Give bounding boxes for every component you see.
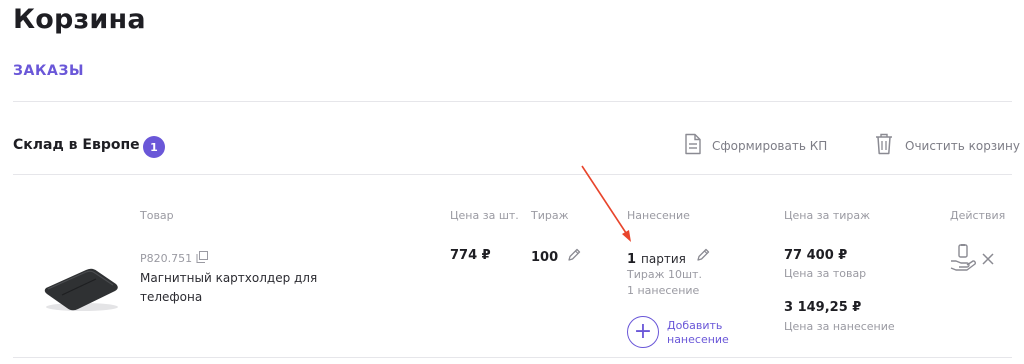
column-header-actions: Действия <box>950 209 1006 222</box>
tab-orders[interactable]: ЗАКАЗЫ <box>13 63 84 79</box>
warehouse-title: Склад в Европе <box>13 137 140 153</box>
batch-count: 1 <box>627 252 637 267</box>
printing-total-label: Цена за нанесение <box>784 320 895 333</box>
unit-price: 774 ₽ <box>450 248 491 263</box>
clear-cart-button[interactable]: Очистить корзину <box>875 133 1020 158</box>
product-name[interactable]: Магнитный картхолдер для телефона <box>140 269 330 307</box>
copy-icon[interactable] <box>196 251 209 266</box>
quantity-cell: 100 <box>531 247 582 267</box>
make-offer-button[interactable]: Сформировать КП <box>684 133 827 158</box>
printing-run-info: Тираж 10шт. <box>627 268 702 281</box>
add-printing-button[interactable]: + Добавить нанесение <box>627 316 737 348</box>
column-header-quantity: Тираж <box>531 209 569 222</box>
item-count-badge: 1 <box>143 136 165 158</box>
batch-label: партия <box>641 252 686 266</box>
add-printing-label: Добавить нанесение <box>667 319 729 346</box>
column-header-product: Товар <box>140 209 174 222</box>
hand-package-icon[interactable] <box>950 243 976 275</box>
product-total-label: Цена за товар <box>784 267 867 280</box>
edit-printing-icon[interactable] <box>695 247 711 267</box>
product-total: 77 400 ₽ <box>784 248 848 263</box>
remove-item-icon[interactable] <box>982 250 994 269</box>
annotation-arrow <box>581 165 631 242</box>
trash-icon <box>875 133 893 158</box>
clear-cart-label: Очистить корзину <box>905 138 1020 153</box>
printing-applications: 1 нанесение <box>627 284 700 297</box>
divider <box>13 101 1012 102</box>
column-header-unit-price: Цена за шт. <box>450 209 519 222</box>
make-offer-label: Сформировать КП <box>712 138 828 153</box>
product-image[interactable] <box>40 262 122 316</box>
divider <box>13 174 1012 175</box>
quantity-value: 100 <box>531 249 559 265</box>
divider <box>13 357 1012 358</box>
page-title: Корзина <box>13 4 146 35</box>
column-header-total-price: Цена за тираж <box>784 209 871 222</box>
sku-text: P820.751 <box>140 252 193 265</box>
printing-batch: 1 партия <box>627 247 711 267</box>
plus-icon: + <box>627 316 659 348</box>
printing-total: 3 149,25 ₽ <box>784 300 862 315</box>
document-icon <box>684 133 702 158</box>
edit-quantity-icon[interactable] <box>566 247 582 267</box>
product-sku: P820.751 <box>140 251 209 266</box>
